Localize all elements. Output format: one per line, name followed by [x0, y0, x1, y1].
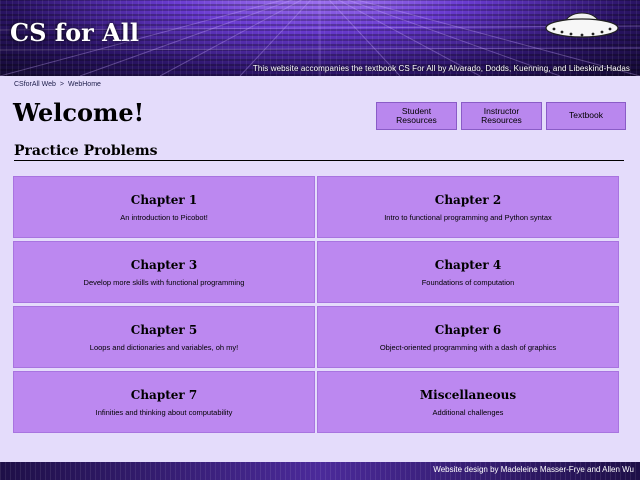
footer-credit: Website design by Madeleine Masser-Frye …	[433, 465, 634, 474]
card-description: Loops and dictionaries and variables, oh…	[89, 342, 239, 352]
card-title: Chapter 6	[434, 322, 502, 337]
card-chapter-7[interactable]: Chapter 7 Infinities and thinking about …	[13, 371, 315, 433]
breadcrumb-separator: >	[59, 81, 64, 88]
breadcrumb-link-root[interactable]: CSforAll Web	[14, 81, 56, 88]
card-title: Chapter 2	[434, 192, 502, 207]
card-chapter-1[interactable]: Chapter 1 An introduction to Picobot!	[13, 176, 315, 238]
card-description: Additional challenges	[432, 407, 504, 417]
card-title: Chapter 1	[130, 192, 198, 207]
student-resources-button[interactable]: Student Resources	[376, 102, 457, 130]
resource-buttons: Student Resources Instructor Resources Tex…	[376, 102, 626, 130]
card-title: Chapter 3	[130, 257, 198, 272]
card-description: Infinities and thinking about computabil…	[95, 407, 233, 417]
card-description: Intro to functional programming and Pyth…	[384, 212, 552, 222]
card-miscellaneous[interactable]: Miscellaneous Additional challenges	[317, 371, 619, 433]
section-divider	[14, 160, 624, 161]
practice-problems-grid: Chapter 1 An introduction to Picobot! Ch…	[13, 176, 619, 433]
card-chapter-2[interactable]: Chapter 2 Intro to functional programmin…	[317, 176, 619, 238]
page-title: Welcome!	[13, 98, 145, 127]
card-chapter-4[interactable]: Chapter 4 Foundations of computation	[317, 241, 619, 303]
footer: Website design by Madeleine Masser-Frye …	[0, 462, 640, 480]
site-title[interactable]: CS for All	[10, 18, 139, 47]
card-description: An introduction to Picobot!	[120, 212, 208, 222]
breadcrumb-link-current[interactable]: WebHome	[68, 81, 101, 88]
button-label: Instructor Resources	[481, 105, 522, 125]
site-tagline: This website accompanies the textbook CS…	[252, 64, 630, 73]
breadcrumb: CSforAll Web > WebHome	[14, 81, 101, 88]
card-chapter-3[interactable]: Chapter 3 Develop more skills with funct…	[13, 241, 315, 303]
card-description: Object-oriented programming with a dash …	[379, 342, 557, 352]
card-title: Chapter 5	[130, 322, 198, 337]
card-title: Chapter 4	[434, 257, 502, 272]
textbook-button[interactable]: Textbook	[546, 102, 626, 130]
section-title: Practice Problems	[14, 143, 158, 159]
header-banner: CS for All This website accompanies the …	[0, 0, 640, 76]
card-description: Foundations of computation	[421, 277, 515, 287]
card-chapter-6[interactable]: Chapter 6 Object-oriented programming wi…	[317, 306, 619, 368]
button-label: Student Resources	[396, 105, 437, 125]
card-title: Chapter 7	[130, 387, 198, 402]
card-description: Develop more skills with functional prog…	[83, 277, 245, 287]
flying-saucer-icon	[545, 12, 619, 38]
button-label: Textbook	[568, 110, 604, 121]
instructor-resources-button[interactable]: Instructor Resources	[461, 102, 542, 130]
card-title: Miscellaneous	[419, 387, 517, 402]
card-chapter-5[interactable]: Chapter 5 Loops and dictionaries and var…	[13, 306, 315, 368]
